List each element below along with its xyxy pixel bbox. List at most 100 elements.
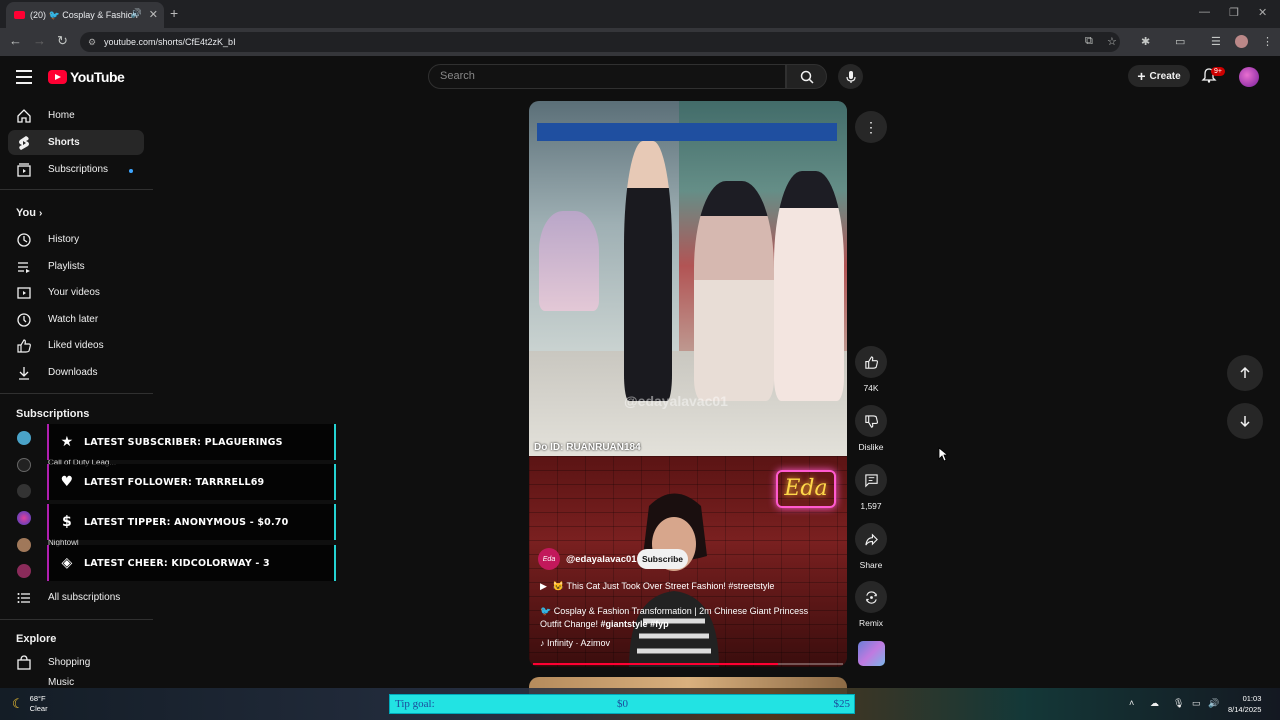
subscription-avatar[interactable] <box>17 431 31 445</box>
guide-menu-icon[interactable] <box>16 70 32 84</box>
sidebar-item-label: Music <box>48 676 75 688</box>
search-input[interactable]: Search <box>428 64 786 89</box>
alert-text: LATEST FOLLOWER: TARRRELL69 <box>84 476 265 488</box>
channel-name[interactable]: @edayalavac01 <box>566 554 637 565</box>
sidebar-item-music[interactable]: Music <box>8 676 144 688</box>
tip-goal-bar: Tip goal: $0 $25 <box>389 694 855 714</box>
youtube-logo[interactable]: YouTube <box>48 69 125 85</box>
share-label: Share <box>859 560 883 570</box>
divider <box>0 619 153 620</box>
reading-list-icon[interactable]: ☰ <box>1211 35 1221 48</box>
profile-icon[interactable] <box>1235 35 1248 48</box>
sound-thumbnail[interactable] <box>858 641 885 666</box>
bookmark-star-icon[interactable]: ☆ <box>1107 35 1117 48</box>
dislike-action[interactable]: Dislike <box>855 405 887 452</box>
comments-action[interactable]: 1,597 <box>855 464 887 511</box>
sidebar-item-shopping[interactable]: Shopping <box>8 650 144 675</box>
dislike-button[interactable] <box>855 405 887 437</box>
search-button[interactable] <box>786 64 827 89</box>
forward-icon[interactable]: → <box>33 33 46 48</box>
close-tab-icon[interactable]: ✕ <box>149 8 158 21</box>
thumbs-up-icon <box>864 355 878 369</box>
reload-icon[interactable]: ↻ <box>57 33 68 49</box>
caption-text: 🐦 Cosplay & Fashion Transformation | 2m … <box>540 606 809 629</box>
cast-icon[interactable]: ▭ <box>1175 35 1185 48</box>
chevron-right-icon: › <box>39 208 43 219</box>
taskbar-clock[interactable]: 01:03 8/14/2025 <box>1228 693 1261 715</box>
like-button[interactable] <box>855 346 887 378</box>
minimize-icon[interactable]: — <box>1199 6 1210 18</box>
maximize-icon[interactable]: ❐ <box>1229 6 1239 19</box>
voice-search-button[interactable] <box>838 64 863 89</box>
sidebar-item-subscriptions[interactable]: Subscriptions <box>8 157 144 182</box>
star-icon: ★ <box>60 434 74 450</box>
weather-widget[interactable]: ☾ 68°F Clear <box>12 694 48 714</box>
youtube-favicon-icon <box>14 11 25 19</box>
remix-icon <box>865 590 877 604</box>
close-window-icon[interactable]: ✕ <box>1258 6 1267 19</box>
speaker-icon[interactable]: 🔊 <box>131 8 142 19</box>
sidebar-item-label: Home <box>48 110 75 121</box>
browser-menu-icon[interactable]: ⋮ <box>1262 35 1273 48</box>
dislike-label: Dislike <box>858 442 884 452</box>
volume-icon[interactable]: 🔊 <box>1208 698 1219 709</box>
next-short-button[interactable] <box>1227 403 1263 439</box>
microphone-icon[interactable]: 🎙 <box>1173 698 1184 709</box>
sidebar-item-shorts[interactable]: Shorts <box>8 130 144 155</box>
latest-subscriber-alert: ★ LATEST SUBSCRIBER: PLAGUERINGS <box>47 424 336 460</box>
sidebar-item-playlists[interactable]: Playlists <box>8 254 144 279</box>
subscription-avatar[interactable] <box>17 458 31 472</box>
chevron-up-icon[interactable]: ˄ <box>1129 698 1134 708</box>
comments-button[interactable] <box>855 464 887 496</box>
sidebar-item-your-videos[interactable]: Your videos <box>8 280 144 305</box>
sidebar-item-home[interactable]: Home <box>8 103 144 128</box>
plus-icon: + <box>1137 68 1146 84</box>
sidebar-item-all-subscriptions[interactable]: All subscriptions <box>8 585 144 610</box>
sidebar-item-liked-videos[interactable]: Liked videos <box>8 333 144 358</box>
subscribe-button[interactable]: Subscribe <box>637 549 688 569</box>
site-info-icon[interactable]: ⚙ <box>88 32 96 52</box>
extensions-icon[interactable]: ✱ <box>1141 35 1150 48</box>
create-button[interactable]: + Create <box>1128 65 1190 87</box>
tip-goal-current: $0 <box>617 698 628 710</box>
subscription-avatar[interactable] <box>17 511 31 525</box>
back-icon[interactable]: ← <box>9 33 22 48</box>
new-content-dot <box>129 169 133 173</box>
subscriptions-icon <box>16 162 32 178</box>
subscription-avatar[interactable] <box>17 538 31 552</box>
previous-short-button[interactable] <box>1227 355 1263 391</box>
video-watermark: @edayalavac01 <box>624 393 728 409</box>
neon-sign: Eda <box>776 470 836 508</box>
music-link[interactable]: ♪ Infinity · Azimov <box>540 638 610 648</box>
account-avatar[interactable] <box>1239 67 1259 87</box>
hashtags[interactable]: #giantstyle #fyp <box>601 619 669 629</box>
share-action[interactable]: Share <box>855 523 887 570</box>
onedrive-cloud-icon[interactable]: ☁ <box>1150 698 1159 709</box>
like-action[interactable]: 74K <box>855 346 887 393</box>
sidebar-item-watch-later[interactable]: Watch later <box>8 307 144 332</box>
sidebar-item-downloads[interactable]: Downloads <box>8 360 144 385</box>
more-options-button[interactable]: ⋮ <box>855 111 887 143</box>
logo-text: YouTube <box>70 69 125 85</box>
comment-icon <box>864 473 878 487</box>
address-bar[interactable]: ⚙ youtube.com/shorts/CfE4t2zK_bI <box>80 32 1120 52</box>
woman-in-qing-dress <box>774 171 844 401</box>
remix-label: Remix <box>858 618 884 628</box>
browser-tab[interactable]: (20) 🐦 Cosplay & Fashion 🔊 ✕ <box>6 2 164 28</box>
share-button[interactable] <box>855 523 887 555</box>
more-vertical-icon: ⋮ <box>864 118 878 135</box>
remix-action[interactable]: Remix <box>855 581 887 628</box>
weather-condition: Clear <box>29 704 48 713</box>
new-tab-button[interactable]: + <box>170 5 178 21</box>
channel-avatar[interactable]: Eda <box>538 548 560 570</box>
url-text: youtube.com/shorts/CfE4t2zK_bI <box>104 37 236 47</box>
subscription-avatar[interactable] <box>17 564 31 578</box>
subscription-avatar[interactable] <box>17 484 31 498</box>
install-app-icon[interactable]: ⧉ <box>1085 35 1093 48</box>
video-progress-bar[interactable] <box>533 663 843 665</box>
sidebar-item-history[interactable]: History <box>8 227 144 252</box>
display-icon[interactable]: ▭ <box>1192 698 1201 709</box>
related-video-link[interactable]: ▶ 😺 This Cat Just Took Over Street Fashi… <box>540 581 774 592</box>
you-section-heading[interactable]: You › <box>16 207 42 219</box>
remix-button[interactable] <box>855 581 887 613</box>
